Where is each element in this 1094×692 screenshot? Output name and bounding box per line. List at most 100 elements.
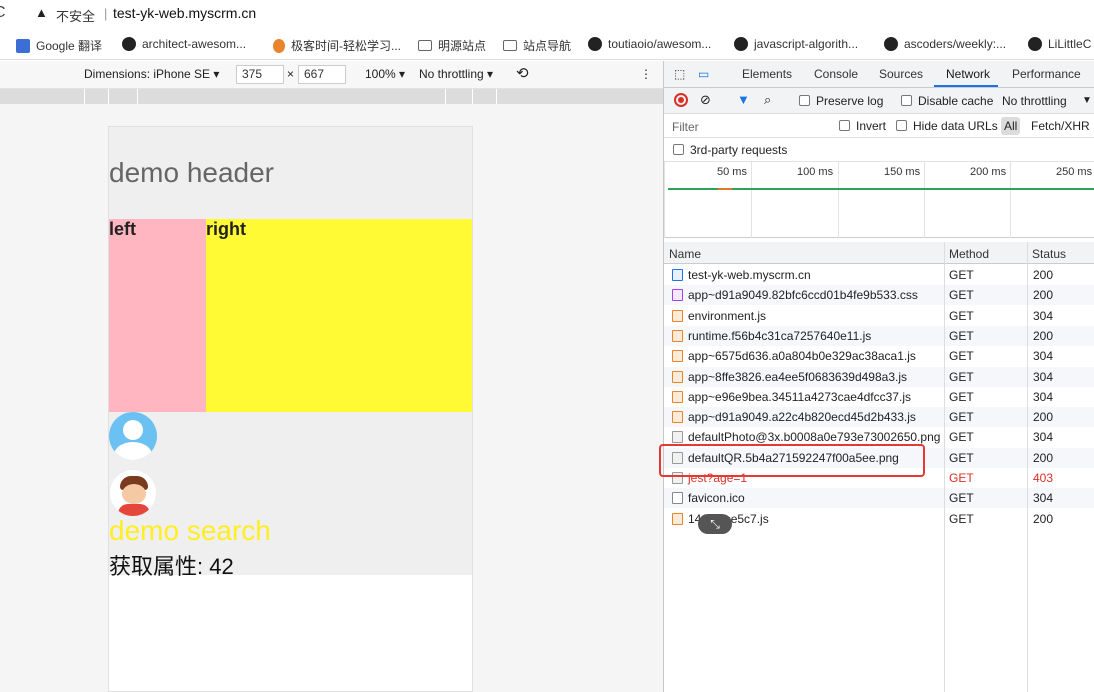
warning-icon[interactable]: ▲ — [35, 5, 48, 20]
bookmark-ascoders[interactable]: ascoders/weekly:... — [884, 37, 1006, 51]
insecure-label[interactable]: 不安全 — [56, 6, 95, 25]
url-field[interactable]: test-yk-web.myscrm.cn — [113, 5, 256, 21]
invert-label: Invert — [856, 119, 887, 133]
request-name: app~d91a9049.82bfc6ccd01b4fe9b533.css — [688, 288, 918, 303]
geektime-icon — [273, 38, 285, 53]
github-icon — [1028, 37, 1042, 51]
rotate-icon[interactable]: ⟲ — [516, 64, 529, 82]
request-method: GET — [949, 511, 974, 526]
request-method: GET — [949, 369, 974, 384]
bookmark-toutiaoio[interactable]: toutiaoio/awesom... — [588, 37, 711, 51]
bookmark-label: javascript-algorith... — [754, 37, 859, 51]
request-method: GET — [949, 308, 974, 323]
bookmark-label: LiLittleC — [1048, 37, 1092, 51]
bookmarks-overflow-icon[interactable]: ⋮ — [0, 37, 2, 51]
preserve-log-checkbox[interactable] — [799, 95, 810, 106]
table-row[interactable]: test-yk-web.myscrm.cn GET 200 — [664, 265, 1094, 285]
github-icon — [122, 37, 136, 51]
dimension-times: × — [287, 67, 295, 81]
request-method: GET — [949, 389, 974, 404]
hide-data-urls-checkbox[interactable] — [896, 120, 907, 131]
request-name: favicon.ico — [688, 491, 745, 506]
request-name: test-yk-web.myscrm.cn — [688, 268, 811, 282]
demo-search-text: demo search — [109, 515, 271, 546]
filter-all-button[interactable]: All — [1001, 117, 1021, 135]
column-name[interactable]: Name — [664, 242, 944, 264]
timeline-tick: 50 ms — [717, 166, 747, 178]
filter-icon[interactable]: ▼ — [737, 92, 750, 107]
width-input[interactable]: 375 — [236, 65, 284, 84]
request-status: 200 — [1033, 450, 1054, 465]
network-timeline[interactable]: 50 ms 100 ms 150 ms 200 ms 250 ms — [664, 162, 1094, 238]
table-row[interactable]: app~d91a9049.82bfc6ccd01b4fe9b533.css GET… — [664, 285, 1094, 306]
document-icon — [672, 269, 683, 281]
request-method: GET — [949, 268, 974, 282]
request-method: GET — [949, 328, 974, 343]
bookmark-architect[interactable]: architect-awesom... — [122, 37, 246, 51]
request-method: GET — [949, 430, 974, 445]
bookmark-geektime[interactable]: 极客时间-轻松学习... — [273, 37, 401, 54]
image-file-icon — [672, 431, 683, 444]
bookmark-google-translate[interactable]: Google 翻译 — [16, 37, 102, 54]
column-status[interactable]: Status — [1027, 242, 1094, 264]
record-icon[interactable] — [674, 93, 688, 107]
filter-fetch-xhr-button[interactable]: Fetch/XHR — [1031, 119, 1090, 133]
request-status: 200 — [1033, 288, 1054, 303]
column-method[interactable]: Method — [944, 242, 1027, 264]
inspect-element-icon[interactable]: ⬚ — [674, 67, 685, 81]
address-bar: C ▲ 不安全 | test-yk-web.myscrm.cn — [0, 0, 1094, 28]
height-input[interactable]: 667 — [298, 65, 346, 84]
bookmark-site-nav[interactable]: 站点导航 — [503, 37, 571, 54]
timeline-tick: 150 ms — [884, 166, 921, 178]
tab-network[interactable]: Network — [946, 67, 990, 81]
request-status: 200 — [1033, 410, 1054, 425]
js-file-icon — [672, 309, 683, 322]
third-party-checkbox[interactable] — [673, 144, 684, 155]
attribute-text: 获取属性: 42 — [109, 554, 234, 579]
table-row[interactable]: environment.js GET 304 — [664, 306, 1094, 326]
chevron-down-icon[interactable]: ▼ — [1082, 95, 1092, 106]
table-row[interactable]: app~e96e9bea.34511a4273cae4dfcc37.js GET 3… — [664, 387, 1094, 407]
requests-table: Name Method Status test-yk-web.myscrm.cn… — [659, 242, 1094, 692]
tab-performance[interactable]: Performance — [1012, 67, 1081, 81]
scroll-hint-badge[interactable]: ⤡ — [698, 514, 732, 534]
js-file-icon — [672, 329, 683, 342]
request-name: runtime.f56b4c31ca7257640e11.js — [688, 328, 872, 343]
bookmark-javascript-algorithms[interactable]: javascript-algorith... — [734, 37, 858, 51]
request-method: GET — [949, 410, 974, 425]
bookmark-label: toutiaoio/awesom... — [608, 37, 712, 51]
more-options-icon[interactable]: ⋮ — [640, 67, 652, 81]
tab-console[interactable]: Console — [814, 67, 858, 81]
tab-sources[interactable]: Sources — [879, 67, 923, 81]
table-row[interactable]: runtime.f56b4c31ca7257640e11.js GET 200 — [664, 325, 1094, 346]
bookmark-mingyuan[interactable]: 明源站点 — [418, 37, 486, 54]
default-avatar — [109, 412, 157, 460]
throttle-select[interactable]: No throttling ▾ — [419, 67, 493, 81]
table-row[interactable]: app~6575d636.a0a804b0e329ac38aca1.js GET 3… — [664, 346, 1094, 366]
demo-header-title: demo header — [109, 157, 275, 188]
request-name: app~6575d636.a0a804b0e329ac38aca1.js — [688, 349, 916, 364]
table-row[interactable]: app~d91a9049.a22c4b820ecd45d2b433.js GET 2… — [664, 407, 1094, 428]
device-select[interactable]: Dimensions: iPhone SE ▾ — [84, 67, 219, 81]
user-avatar — [109, 469, 157, 517]
request-method: GET — [949, 349, 974, 364]
filter-input[interactable]: Filter — [672, 120, 699, 134]
tab-elements[interactable]: Elements — [742, 67, 792, 81]
table-row[interactable]: app~8ffe3826.ea4ee5f0683639d498a3.js GET 3… — [664, 366, 1094, 387]
clear-icon[interactable]: ⊘ — [700, 92, 711, 108]
network-throttle-select[interactable]: No throttling — [1002, 94, 1067, 108]
invert-checkbox[interactable] — [839, 120, 850, 131]
table-row[interactable]: favicon.ico GET 304 — [664, 488, 1094, 509]
request-status: 304 — [1033, 308, 1054, 323]
request-name: app~8ffe3826.ea4ee5f0683639d498a3.js — [688, 369, 907, 384]
device-toggle-icon[interactable]: ▭ — [698, 67, 709, 81]
search-icon[interactable]: ⌕ — [764, 92, 771, 108]
reload-icon[interactable]: C — [0, 4, 6, 22]
request-status: 304 — [1033, 430, 1054, 445]
media-query-ruler[interactable] — [0, 89, 663, 104]
bookmark-lilittle[interactable]: LiLittleC — [1028, 37, 1091, 51]
devtools-panel: ⬚ ▭ Elements Console Sources Network Per… — [659, 61, 1094, 692]
zoom-select[interactable]: 100% ▾ — [365, 67, 405, 81]
disable-cache-checkbox[interactable] — [901, 95, 912, 106]
highlight-box — [659, 444, 925, 477]
